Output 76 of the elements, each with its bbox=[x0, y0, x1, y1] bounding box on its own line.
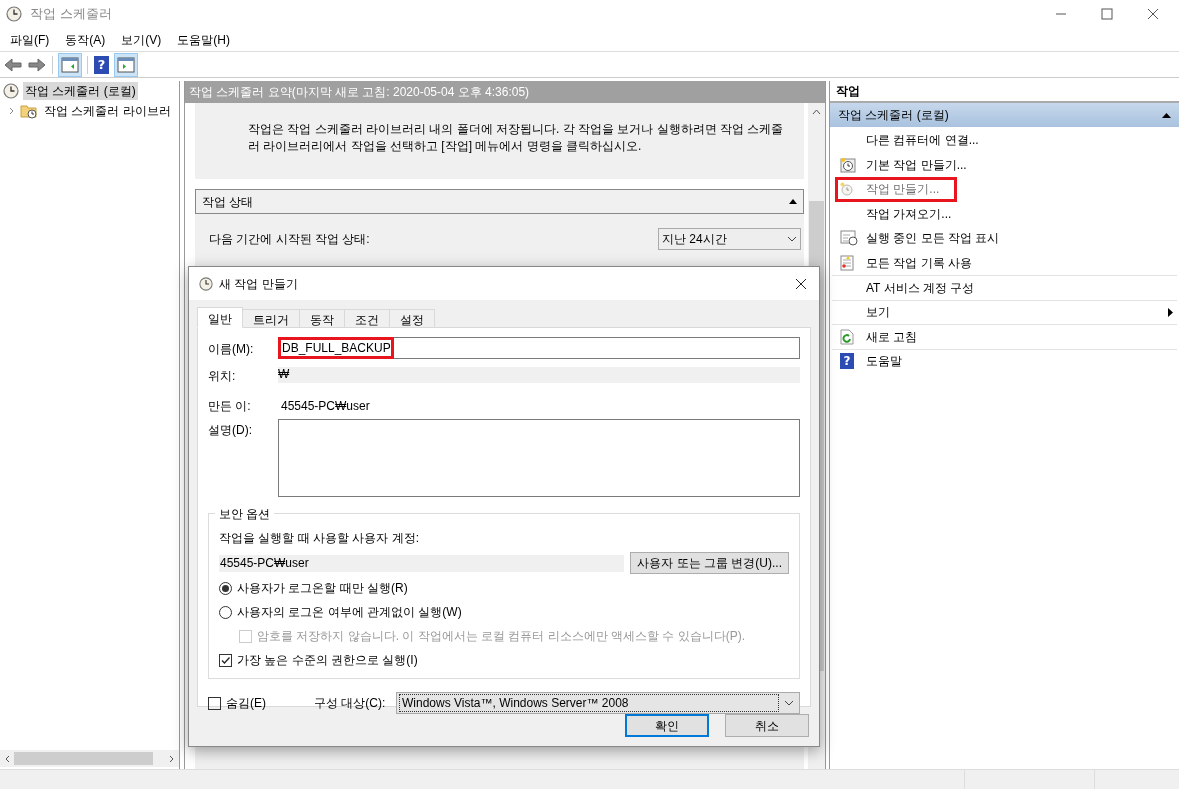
clock-icon bbox=[3, 83, 19, 99]
name-field[interactable]: DB_FULL_BACKUP bbox=[278, 337, 800, 359]
action-item[interactable]: 도움말 bbox=[866, 352, 902, 371]
configure-dropdown[interactable]: Windows Vista™, Windows Server™ 2008 bbox=[396, 692, 800, 714]
refresh-icon bbox=[840, 328, 854, 345]
field-label: 설명(D): bbox=[208, 422, 253, 439]
tab[interactable]: 일반 bbox=[197, 307, 243, 328]
action-item[interactable]: 작업 가져오기... bbox=[866, 204, 952, 223]
collapse-icon[interactable] bbox=[789, 199, 797, 204]
folder-clock-icon bbox=[20, 103, 38, 119]
dialog-button[interactable]: 확인 bbox=[625, 714, 709, 737]
help-icon[interactable]: ? bbox=[94, 55, 109, 74]
option-label: 사용자의 로그온 여부에 관계없이 실행(W) bbox=[237, 604, 462, 621]
field-label: 구성 대상(C): bbox=[314, 695, 387, 712]
description-field[interactable] bbox=[278, 419, 800, 497]
action-item[interactable]: 다른 컴퓨터에 연결... bbox=[866, 131, 979, 150]
action-item[interactable]: 새로 고침 bbox=[866, 327, 918, 346]
section-title: 작업 스케줄러 (로컬) bbox=[838, 107, 950, 124]
period-dropdown[interactable]: 지난 24시간 bbox=[658, 228, 801, 250]
action-item[interactable]: AT 서비스 계정 구성 bbox=[866, 278, 975, 297]
menu-item[interactable]: 파일(F) bbox=[2, 30, 58, 49]
location-field: ₩ bbox=[278, 367, 800, 383]
maximize-icon[interactable] bbox=[1101, 8, 1113, 20]
change-user-button[interactable]: 사용자 또는 그룹 변경(U)... bbox=[630, 552, 789, 574]
close-icon[interactable] bbox=[795, 277, 807, 290]
clock-icon bbox=[6, 6, 22, 22]
section-title: 작업 상태 bbox=[202, 193, 255, 211]
section-header[interactable]: 작업 상태 bbox=[195, 189, 804, 214]
menu-item[interactable]: 도움말(H) bbox=[169, 30, 238, 49]
pane-toggle-icon[interactable] bbox=[115, 53, 137, 76]
submenu-arrow-icon bbox=[1168, 307, 1173, 317]
action-item[interactable]: 기본 작업 만들기... bbox=[866, 155, 967, 174]
radio-button[interactable] bbox=[219, 581, 232, 595]
scroll-up-icon[interactable] bbox=[812, 109, 821, 115]
field-label: 만든 이: bbox=[208, 398, 252, 413]
checkbox[interactable] bbox=[208, 696, 221, 710]
action-item[interactable]: 보기 bbox=[866, 303, 890, 322]
clock-icon bbox=[199, 276, 213, 291]
field-label: 이름(M): bbox=[208, 341, 255, 358]
field-label: 위치: bbox=[208, 368, 237, 385]
scroll-left-icon[interactable] bbox=[4, 754, 10, 763]
menu-item[interactable]: 동작(A) bbox=[57, 30, 114, 49]
notebook-icon bbox=[840, 254, 854, 271]
panel-header: 작업 스케줄러 요약(마지막 새로 고침: 2020-05-04 오후 4:36:05) bbox=[185, 81, 825, 103]
action-item[interactable]: 실행 중인 모든 작업 표시 bbox=[866, 229, 1000, 248]
option-label: 가장 높은 수준의 권한으로 실행(I) bbox=[237, 652, 418, 669]
section-header[interactable]: 작업 스케줄러 (로컬) bbox=[830, 103, 1179, 127]
window-clock-icon bbox=[840, 230, 858, 247]
radio-button[interactable] bbox=[219, 605, 232, 619]
author-value: 45545-PC₩user bbox=[280, 398, 371, 413]
checkbox-label: 숨김(E) bbox=[226, 695, 267, 712]
forward-arrow-icon[interactable] bbox=[28, 56, 46, 73]
tree-item[interactable]: 작업 스케줄러 (로컬) bbox=[23, 82, 138, 100]
account-label: 작업을 실행할 때 사용할 사용자 계정: bbox=[219, 530, 420, 547]
account-field: 45545-PC₩user bbox=[219, 554, 625, 572]
scroll-right-icon[interactable] bbox=[169, 754, 175, 763]
pane-toggle-icon[interactable] bbox=[59, 53, 81, 76]
help-icon: ? bbox=[840, 353, 854, 370]
dialog-title: 새 작업 만들기 bbox=[219, 275, 298, 293]
period-label: 다음 기간에 시작된 작업 상태: bbox=[209, 231, 370, 248]
close-icon[interactable] bbox=[1147, 8, 1159, 20]
horizontal-scrollbar[interactable] bbox=[0, 750, 179, 767]
back-arrow-icon[interactable] bbox=[4, 56, 22, 73]
collapse-icon[interactable] bbox=[1162, 112, 1171, 118]
description-text: 작업은 작업 스케줄러 라이브러리 내의 폴더에 저장됩니다. 각 작업을 보거나 실행하려면 작업 스케줄러 라이브러리에서 작업을 선택하고 [작업] 메뉴에서 명령을 클릭하십시오. bbox=[195, 103, 804, 179]
option-label: 암호를 저장하지 않습니다. 이 작업에서는 로컬 컴퓨터 리소스에만 액세스할 수 있습니다(P). bbox=[257, 628, 745, 645]
menu-item[interactable]: 보기(V) bbox=[113, 30, 170, 49]
dialog-button[interactable]: 취소 bbox=[725, 714, 809, 737]
tree-item[interactable]: 작업 스케줄러 라이브러 bbox=[42, 102, 173, 120]
window-title: 작업 스케줄러 bbox=[30, 5, 112, 24]
clock-icon bbox=[840, 156, 856, 173]
checkbox[interactable] bbox=[219, 653, 232, 667]
option-label: 사용자가 로그온할 때만 실행(R) bbox=[237, 580, 408, 597]
chevron-right-icon[interactable] bbox=[8, 107, 16, 115]
action-item[interactable]: 모든 작업 기록 사용 bbox=[866, 253, 972, 272]
clock-icon bbox=[840, 182, 854, 197]
